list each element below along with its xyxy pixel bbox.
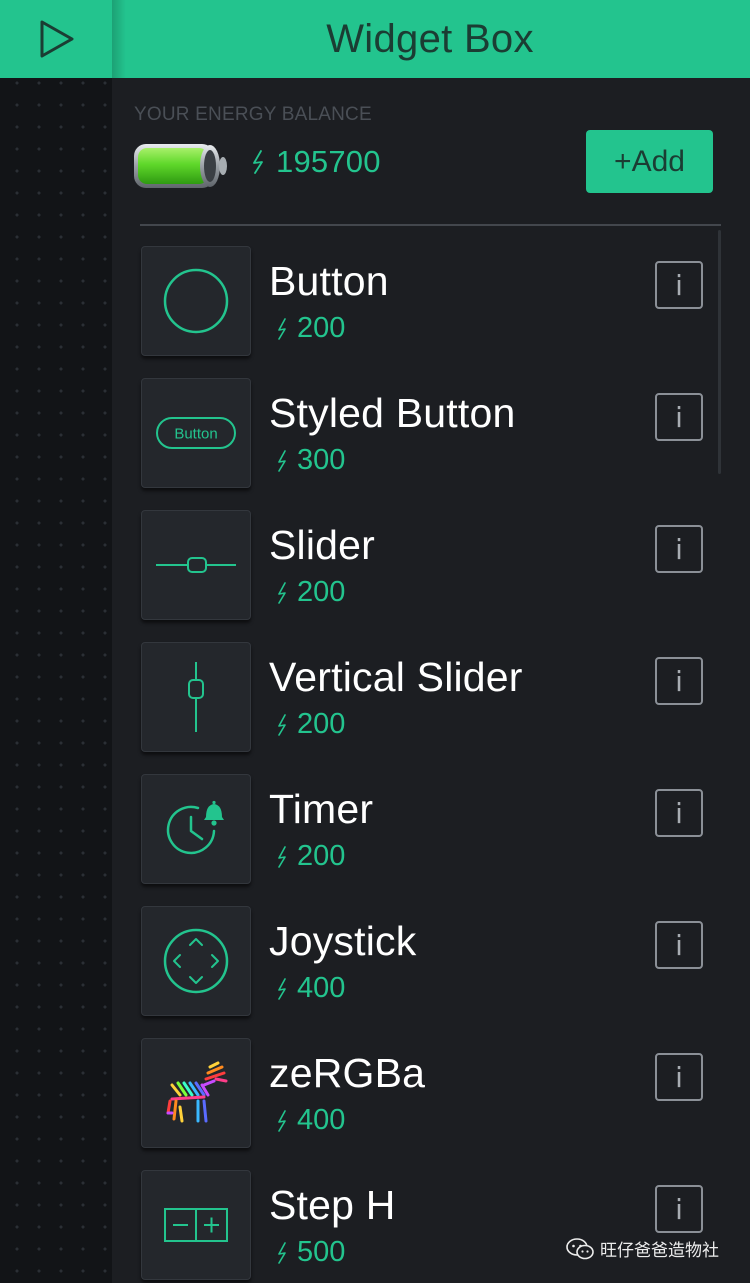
bolt-icon [253,150,263,174]
widget-tile[interactable] [141,510,251,620]
page-title: Widget Box [326,16,534,61]
widget-cost: 200 [277,312,345,345]
widget-tile[interactable] [141,1038,251,1148]
widget-tile[interactable] [141,1170,251,1280]
widget-name: Step H [269,1182,396,1228]
info-button[interactable]: i [655,1053,703,1101]
widget-cost-value: 200 [297,576,346,608]
bolt-icon [278,581,286,604]
project-canvas[interactable] [0,0,112,1283]
styled-button-icon-label: Button [174,426,217,443]
timer-icon [166,800,224,855]
energy-balance-value: 195700 [276,144,381,179]
widget-box-panel: YOUR ENERGY BALANCE 195700 +Add Button 2… [112,78,750,1283]
widget-name: Styled Button [269,390,516,436]
widget-tile[interactable] [141,906,251,1016]
header-bar: Widget Box [112,0,750,78]
add-energy-button[interactable]: +Add [586,130,713,193]
info-button[interactable]: i [655,1185,703,1233]
widget-item-timer[interactable]: Timer 200 i [140,774,720,906]
widget-item-zergba[interactable]: zeRGBa 400 i [140,1038,720,1170]
battery-icon [132,140,232,197]
bolt-icon [278,977,286,1000]
widget-item-styled-button[interactable]: Button Styled Button 300 i [140,378,720,510]
vertical-slider-icon [188,662,204,732]
widget-cost-value: 400 [297,972,346,1004]
widget-item-joystick[interactable]: Joystick 400 i [140,906,720,1038]
widget-name: Button [269,258,389,304]
widget-cost-value: 300 [297,444,346,476]
info-button[interactable]: i [655,789,703,837]
widget-cost-value: 500 [297,1236,346,1268]
widget-item-vertical-slider[interactable]: Vertical Slider 200 i [140,642,720,774]
play-icon [40,20,74,58]
widget-item-step-h[interactable]: Step H 500 i [140,1170,720,1283]
watermark-text: 旺仔爸爸造物社 [600,1241,719,1261]
info-button[interactable]: i [655,657,703,705]
slider-icon [156,557,236,573]
widget-item-slider[interactable]: Slider 200 i [140,510,720,642]
watermark: 旺仔爸爸造物社 [566,1236,719,1261]
wechat-icon [566,1237,594,1259]
widget-name: Slider [269,522,376,568]
divider [140,224,721,226]
circle-button-icon [163,268,229,334]
widget-cost: 500 [277,1236,345,1269]
widget-cost-value: 200 [297,840,346,872]
info-button[interactable]: i [655,921,703,969]
widget-cost-value: 200 [297,312,346,344]
energy-balance: 195700 [252,144,381,180]
widget-tile[interactable] [141,774,251,884]
bolt-icon [278,317,286,340]
bolt-icon [278,449,286,472]
widget-tile[interactable] [141,642,251,752]
bolt-icon [278,1109,286,1132]
energy-balance-caption: YOUR ENERGY BALANCE [134,104,372,125]
zebra-icon [166,1061,228,1123]
widget-cost-value: 200 [297,708,346,740]
widget-cost: 200 [277,576,345,609]
widget-cost-value: 400 [297,1104,346,1136]
widget-box-screen: Widget Box YOUR ENERGY BALANCE 195700 +A… [0,0,750,1283]
widget-cost: 200 [277,840,345,873]
play-button[interactable] [0,0,112,78]
widget-cost: 400 [277,1104,345,1137]
step-h-icon [164,1208,228,1242]
widget-name: Timer [269,786,374,832]
bolt-icon [278,713,286,736]
info-button[interactable]: i [655,393,703,441]
widget-tile[interactable] [141,246,251,356]
bolt-icon [278,1241,286,1264]
widget-cost: 400 [277,972,345,1005]
widget-name: Joystick [269,918,417,964]
header-divider-shadow [112,0,126,78]
info-button[interactable]: i [655,525,703,573]
widget-item-button[interactable]: Button 200 i [140,246,720,378]
styled-button-icon: Button [156,417,236,449]
widget-cost: 300 [277,444,345,477]
widget-cost: 200 [277,708,345,741]
info-button[interactable]: i [655,261,703,309]
widget-name: zeRGBa [269,1050,426,1096]
widget-name: Vertical Slider [269,654,523,700]
bolt-icon [278,845,286,868]
joystick-icon [163,928,229,994]
widget-list: Button 200 i Button Styled Button 300 i … [140,246,720,1283]
widget-tile[interactable]: Button [141,378,251,488]
